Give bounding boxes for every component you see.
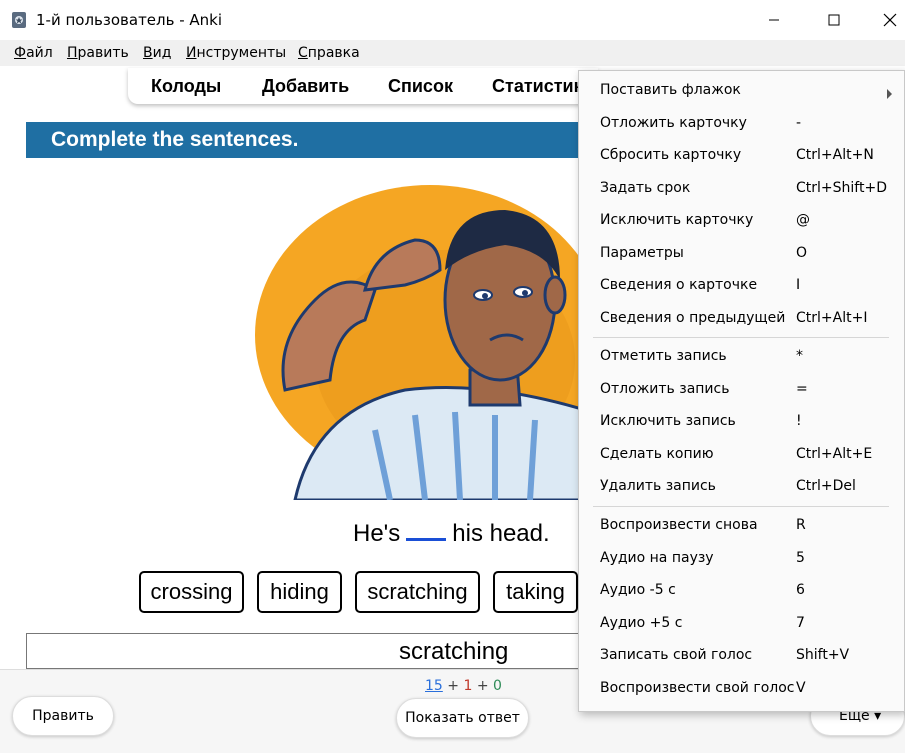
- man-scratching-head-illustration: [255, 185, 585, 500]
- menu-item-pause-audio[interactable]: Аудио на паузу 5: [579, 544, 904, 574]
- menu-item-options[interactable]: Параметры O: [579, 239, 904, 269]
- minimize-icon: [769, 19, 779, 21]
- sentence-blank: [406, 521, 447, 541]
- answer-input[interactable]: scratching: [26, 633, 586, 669]
- choice-button[interactable]: taking: [493, 571, 578, 613]
- count-review: 0: [493, 678, 502, 694]
- toolbar-browse[interactable]: Список: [388, 76, 453, 97]
- choice-button[interactable]: hiding: [257, 571, 342, 613]
- menu-help[interactable]: Справка: [298, 45, 360, 61]
- toolbar-stats[interactable]: Статистик: [492, 76, 583, 97]
- submenu-arrow-icon: [887, 89, 892, 99]
- menu-item-audio-forward-5s[interactable]: Аудио +5 с 7: [579, 609, 904, 639]
- more-context-menu: Поставить флажок Отложить карточку - Сбр…: [578, 70, 905, 712]
- title-bar: 1-й пользователь - Anki: [0, 0, 905, 40]
- menu-file[interactable]: Файл: [14, 45, 53, 61]
- answer-value: scratching: [399, 638, 509, 665]
- menu-view[interactable]: Вид: [143, 45, 171, 61]
- menu-item-suspend-note[interactable]: Исключить запись !: [579, 407, 904, 437]
- count-separator: +: [476, 678, 489, 694]
- main-toolbar: Колоды Добавить Список Статистик: [128, 68, 598, 104]
- menu-item-audio-back-5s[interactable]: Аудио -5 с 6: [579, 576, 904, 606]
- menu-item-previous-card-info[interactable]: Сведения о предыдущей Ctrl+Alt+I: [579, 304, 904, 334]
- toolbar-add[interactable]: Добавить: [262, 76, 349, 97]
- menu-item-record-voice[interactable]: Записать свой голос Shift+V: [579, 641, 904, 671]
- card-heading: Complete the sentences.: [51, 128, 299, 151]
- menu-item-suspend-card[interactable]: Исключить карточку @: [579, 206, 904, 236]
- minimize-button[interactable]: [751, 0, 797, 40]
- menu-item-replay-voice[interactable]: Воспроизвести свой голос V: [579, 674, 904, 704]
- count-learn: 1: [463, 678, 473, 694]
- menu-item-card-info[interactable]: Сведения о карточке I: [579, 271, 904, 301]
- edit-button[interactable]: Править: [12, 696, 114, 736]
- menu-item-set-due[interactable]: Задать срок Ctrl+Shift+D: [579, 174, 904, 204]
- menu-bar: Файл Править Вид Инструменты Справка: [0, 40, 905, 66]
- choice-button[interactable]: scratching: [355, 571, 480, 613]
- choice-button[interactable]: crossing: [139, 571, 244, 613]
- toolbar-decks[interactable]: Колоды: [151, 76, 221, 97]
- show-answer-button[interactable]: Показать ответ: [396, 698, 529, 738]
- cloze-sentence: He's his head.: [353, 520, 550, 548]
- maximize-icon: [828, 14, 840, 26]
- sentence-before: He's: [353, 520, 401, 547]
- menu-separator: [593, 506, 889, 507]
- due-counts: 15 + 1 + 0: [425, 678, 502, 694]
- menu-item-reset-card[interactable]: Сбросить карточку Ctrl+Alt+N: [579, 141, 904, 171]
- menu-edit[interactable]: Править: [67, 45, 129, 61]
- close-icon: [883, 13, 897, 27]
- maximize-button[interactable]: [811, 0, 857, 40]
- count-separator: +: [447, 678, 460, 694]
- window-title: 1-й пользователь - Anki: [36, 11, 223, 29]
- sentence-after: his head.: [452, 520, 550, 547]
- card-heading-banner: Complete the sentences.: [26, 122, 586, 158]
- menu-item-mark-note[interactable]: Отметить запись *: [579, 342, 904, 372]
- menu-separator: [593, 337, 889, 338]
- anki-app-icon: [12, 12, 26, 28]
- menu-item-create-copy[interactable]: Сделать копию Ctrl+Alt+E: [579, 440, 904, 470]
- menu-item-replay-audio[interactable]: Воспроизвести снова R: [579, 511, 904, 541]
- menu-tools[interactable]: Инструменты: [186, 45, 286, 61]
- count-new[interactable]: 15: [425, 678, 443, 694]
- menu-item-delete-note[interactable]: Удалить запись Ctrl+Del: [579, 472, 904, 502]
- close-button[interactable]: [867, 0, 905, 40]
- menu-item-flag[interactable]: Поставить флажок: [579, 76, 904, 106]
- menu-item-bury-note[interactable]: Отложить запись =: [579, 375, 904, 405]
- menu-item-bury-card[interactable]: Отложить карточку -: [579, 109, 904, 139]
